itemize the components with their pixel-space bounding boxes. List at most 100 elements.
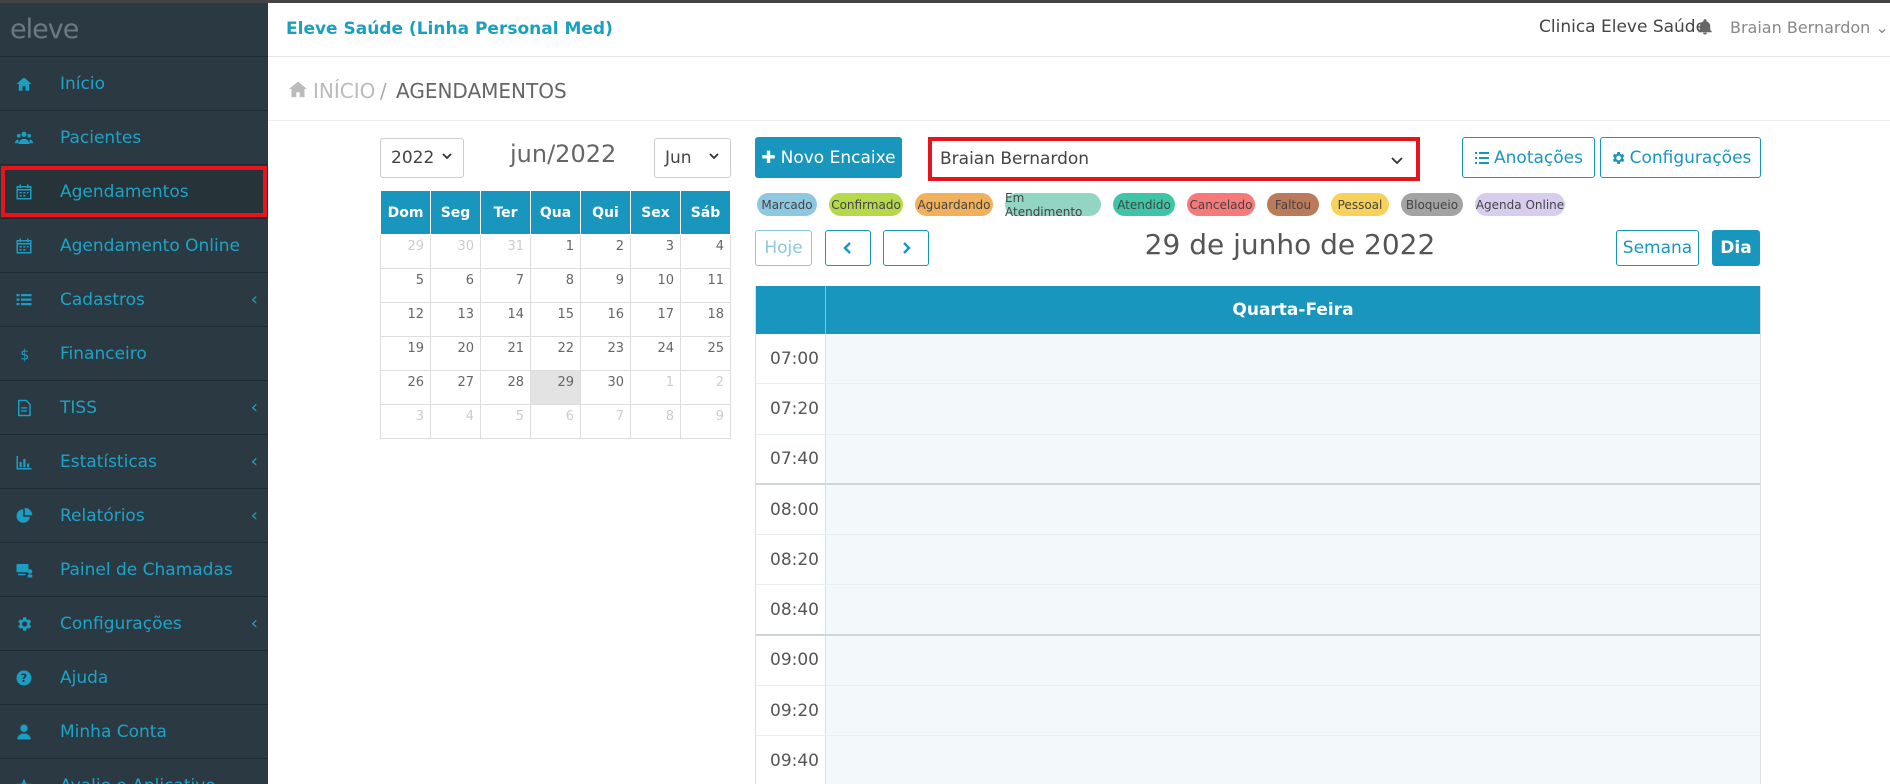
time-slot-cell[interactable] (826, 535, 1760, 585)
time-label: 08:40 (756, 585, 826, 634)
calendar-day[interactable]: 7 (580, 404, 631, 439)
calendar-day[interactable]: 10 (630, 268, 681, 303)
breadcrumb-home[interactable]: INÍCIO (313, 79, 375, 103)
time-slot-cell[interactable] (826, 635, 1760, 686)
clinic-name[interactable]: Clinica Eleve Saúde (1539, 17, 1706, 37)
calendar-day[interactable]: 20 (430, 336, 481, 371)
time-label: 08:00 (756, 484, 826, 535)
calendar-day[interactable]: 12 (380, 302, 431, 337)
settings-button[interactable]: Configurações (1600, 137, 1761, 178)
sidebar-item-relatorios[interactable]: Relatórios ‹ (0, 489, 268, 543)
home-icon[interactable] (288, 80, 308, 98)
sidebar-item-financeiro[interactable]: $ Financeiro (0, 327, 268, 381)
sidebar-item-inicio[interactable]: Início (0, 57, 268, 111)
sidebar-item-estatisticas[interactable]: Estatísticas ‹ (0, 435, 268, 489)
sidebar-item-label: Avalie o Aplicativo (60, 776, 216, 784)
calendar-day[interactable]: 21 (480, 336, 531, 371)
chevron-left-icon: ‹ (250, 397, 258, 418)
time-slot-cell[interactable] (826, 434, 1760, 483)
new-appointment-button[interactable]: ✚ Novo Encaixe (755, 137, 902, 178)
sidebar-item-ajuda[interactable]: ? Ajuda (0, 651, 268, 705)
pie-chart-icon (14, 506, 34, 526)
calendar-day[interactable]: 5 (480, 404, 531, 439)
calendar-day[interactable]: 27 (430, 370, 481, 405)
prev-button[interactable] (825, 230, 871, 266)
time-slot-cell[interactable] (826, 384, 1760, 434)
calendar-day[interactable]: 4 (680, 234, 731, 269)
time-slot-row: 08:20 (756, 535, 1760, 586)
time-slot-cell[interactable] (826, 585, 1760, 634)
calendar-day[interactable]: 24 (630, 336, 681, 371)
calendar-day[interactable]: 1 (630, 370, 681, 405)
bell-icon[interactable] (1696, 18, 1716, 38)
logo[interactable]: eleve (0, 3, 268, 57)
time-slot-cell[interactable] (826, 686, 1760, 736)
user-menu[interactable]: Braian Bernardon ⌄ (1730, 18, 1889, 37)
calendar-day[interactable]: 19 (380, 336, 431, 371)
calendar-day[interactable]: 6 (430, 268, 481, 303)
calendar-day[interactable]: 8 (530, 268, 581, 303)
calendar-day[interactable]: 29 (380, 234, 431, 269)
calendar-day[interactable]: 16 (580, 302, 631, 337)
calendar-day[interactable]: 6 (530, 404, 581, 439)
time-slot-cell[interactable] (826, 736, 1760, 784)
calendar-day[interactable]: 13 (430, 302, 481, 337)
calendar-day[interactable]: 3 (380, 404, 431, 439)
calendar-day[interactable]: 2 (680, 370, 731, 405)
time-label: 07:20 (756, 384, 826, 434)
notes-button[interactable]: Anotações (1462, 137, 1595, 178)
calendar-day[interactable]: 23 (580, 336, 631, 371)
day-view-button[interactable]: Dia (1712, 230, 1760, 266)
time-label: 07:40 (756, 434, 826, 483)
week-view-button[interactable]: Semana (1616, 230, 1699, 266)
calendar-day[interactable]: 2 (580, 234, 631, 269)
sidebar-item-agendamentos[interactable]: Agendamentos (0, 165, 268, 219)
calendar-day[interactable]: 15 (530, 302, 581, 337)
calendar-day[interactable]: 9 (680, 404, 731, 439)
year-select[interactable]: 2022 (380, 138, 464, 178)
notes-label: Anotações (1494, 147, 1583, 168)
calendar-day[interactable]: 14 (480, 302, 531, 337)
calendar-day[interactable]: 8 (630, 404, 681, 439)
sidebar-item-tiss[interactable]: TISS ‹ (0, 381, 268, 435)
calendar-day[interactable]: 17 (630, 302, 681, 337)
sidebar-item-avalie-o-aplicativo[interactable]: Avalie o Aplicativo (0, 759, 268, 784)
time-slot-row: 09:00 (756, 635, 1760, 687)
professional-select[interactable]: Braian Bernardon (928, 137, 1420, 181)
calendar-day[interactable]: 26 (380, 370, 431, 405)
calendar-day[interactable]: 9 (580, 268, 631, 303)
chevron-right-icon (903, 242, 911, 254)
gear-icon (1612, 151, 1624, 164)
sidebar-item-configuracoes[interactable]: Configurações ‹ (0, 597, 268, 651)
sidebar-item-agendamento-online[interactable]: Agendamento Online (0, 219, 268, 273)
chevron-left-icon: ‹ (250, 613, 258, 634)
next-button[interactable] (883, 230, 929, 266)
calendar-day[interactable]: 7 (480, 268, 531, 303)
calendar-day[interactable]: 3 (630, 234, 681, 269)
time-gutter-header (756, 286, 826, 334)
monitor-icon (14, 560, 34, 580)
sidebar-item-cadastros[interactable]: Cadastros ‹ (0, 273, 268, 327)
calendar-day[interactable]: 28 (480, 370, 531, 405)
app-title[interactable]: Eleve Saúde (Linha Personal Med) (286, 19, 613, 39)
calendar-day[interactable]: 30 (580, 370, 631, 405)
chevron-left-icon (843, 242, 851, 254)
calendar-day[interactable]: 29 (530, 370, 581, 405)
time-slot-cell[interactable] (826, 334, 1760, 384)
today-button[interactable]: Hoje (755, 230, 812, 266)
calendar-day[interactable]: 22 (530, 336, 581, 371)
sidebar-item-painel-de-chamadas[interactable]: Painel de Chamadas (0, 543, 268, 597)
calendar-day[interactable]: 31 (480, 234, 531, 269)
calendar-day[interactable]: 30 (430, 234, 481, 269)
calendar-day[interactable]: 25 (680, 336, 731, 371)
calendar-day[interactable]: 1 (530, 234, 581, 269)
calendar-day[interactable]: 5 (380, 268, 431, 303)
sidebar-item-minha-conta[interactable]: Minha Conta (0, 705, 268, 759)
month-select[interactable]: Jun (654, 138, 731, 178)
sidebar-item-label: Painel de Chamadas (60, 559, 233, 580)
calendar-day[interactable]: 18 (680, 302, 731, 337)
time-slot-cell[interactable] (826, 484, 1760, 535)
calendar-day[interactable]: 11 (680, 268, 731, 303)
calendar-day[interactable]: 4 (430, 404, 481, 439)
sidebar-item-pacientes[interactable]: Pacientes (0, 111, 268, 165)
